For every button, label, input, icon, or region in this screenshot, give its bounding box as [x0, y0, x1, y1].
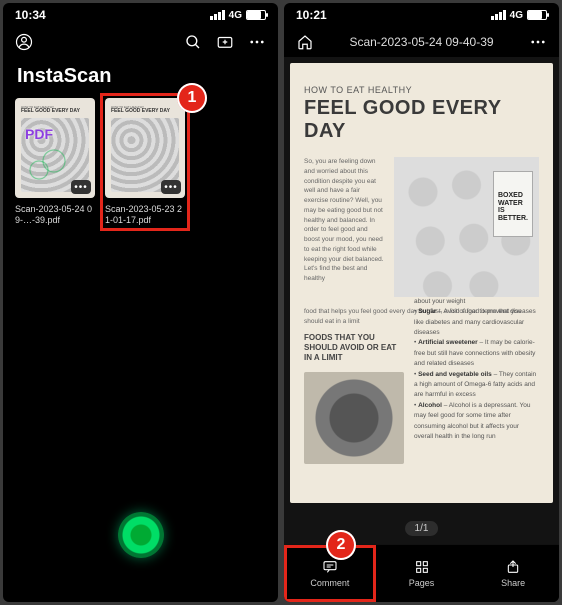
battery-icon — [527, 10, 547, 20]
page-bullet-list: • Grains – Avoid them if you are worried… — [414, 287, 539, 443]
step-badge-1: 1 — [177, 83, 207, 113]
tab-label: Pages — [409, 578, 435, 588]
status-right: 4G — [491, 10, 547, 21]
status-time: 10:21 — [296, 8, 327, 22]
right-screen: 10:21 4G Scan-2023-05-24 09-40-39 HOW TO… — [284, 3, 559, 602]
document-more-icon[interactable]: ••• — [161, 180, 181, 194]
status-bar: 10:34 4G — [3, 3, 278, 27]
search-icon[interactable] — [184, 33, 202, 51]
share-icon — [504, 559, 522, 575]
page-indicator: 1/1 — [405, 521, 439, 536]
tab-share[interactable]: Share — [467, 545, 559, 602]
status-time: 10:34 — [15, 8, 46, 22]
page-subheading: FOODS THAT YOU SHOULD AVOID OR EAT IN A … — [304, 333, 404, 364]
comment-icon — [321, 559, 339, 575]
scan-button[interactable] — [118, 512, 164, 558]
tab-label: Share — [501, 578, 525, 588]
page-image-cup — [304, 372, 404, 464]
network-label: 4G — [510, 10, 523, 21]
tab-label: Comment — [310, 578, 349, 588]
page-image-lemons: BOXED WATER IS BETTER. — [394, 157, 539, 297]
network-label: 4G — [229, 10, 242, 21]
tab-bar: Comment Pages Share — [284, 544, 559, 602]
page-paragraph: So, you are feeling down and worried abo… — [304, 157, 384, 297]
scanned-page: HOW TO EAT HEALTHY FEEL GOOD EVERY DAY S… — [290, 63, 553, 503]
step-badge-2: 2 — [326, 530, 356, 560]
signal-icon — [491, 10, 506, 20]
list-item: • Seed and vegetable oils – They contain… — [414, 370, 539, 401]
document-card[interactable]: HOW TO EAT HEALTHY FEEL GOOD EVERY DAY •… — [105, 98, 185, 226]
document-thumbnail: HOW TO EAT HEALTHY FEEL GOOD EVERY DAY P… — [15, 98, 95, 198]
add-folder-icon[interactable] — [216, 33, 234, 51]
page-viewport[interactable]: HOW TO EAT HEALTHY FEEL GOOD EVERY DAY S… — [284, 57, 559, 544]
profile-icon[interactable] — [15, 33, 33, 51]
document-caption: Scan-2023-05-24 09-…-39.pdf — [15, 204, 95, 226]
more-icon[interactable] — [248, 33, 266, 51]
battery-icon — [246, 10, 266, 20]
document-caption: Scan-2023-05-23 21-01-17.pdf — [105, 204, 185, 226]
header-row — [3, 27, 278, 61]
list-item: • Alcohol – Alcohol is a depressant. You… — [414, 401, 539, 443]
document-grid: HOW TO EAT HEALTHY FEEL GOOD EVERY DAY P… — [3, 98, 278, 226]
pdf-badge: PDF — [25, 126, 53, 142]
list-item: • Sugar – Avoid sugar to prevent disease… — [414, 307, 539, 338]
signal-icon — [210, 10, 225, 20]
boxed-water-label: BOXED WATER IS BETTER. — [493, 171, 533, 237]
status-right: 4G — [210, 10, 266, 21]
list-item: • Artificial sweetener – It may be calor… — [414, 338, 539, 369]
document-more-icon[interactable]: ••• — [71, 180, 91, 194]
more-icon[interactable] — [529, 33, 547, 51]
header-row: Scan-2023-05-24 09-40-39 — [284, 27, 559, 57]
page-subhead: HOW TO EAT HEALTHY — [304, 85, 539, 95]
page-title: Scan-2023-05-24 09-40-39 — [349, 35, 493, 49]
page-headline: FEEL GOOD EVERY DAY — [304, 97, 539, 143]
document-thumbnail: HOW TO EAT HEALTHY FEEL GOOD EVERY DAY •… — [105, 98, 185, 198]
status-bar: 10:21 4G — [284, 3, 559, 27]
left-screen: 10:34 4G — [3, 3, 278, 602]
app-title: InstaScan — [3, 61, 278, 98]
document-card[interactable]: HOW TO EAT HEALTHY FEEL GOOD EVERY DAY P… — [15, 98, 95, 226]
tab-pages[interactable]: Pages — [376, 545, 468, 602]
pages-icon — [413, 559, 431, 575]
home-icon[interactable] — [296, 33, 314, 51]
